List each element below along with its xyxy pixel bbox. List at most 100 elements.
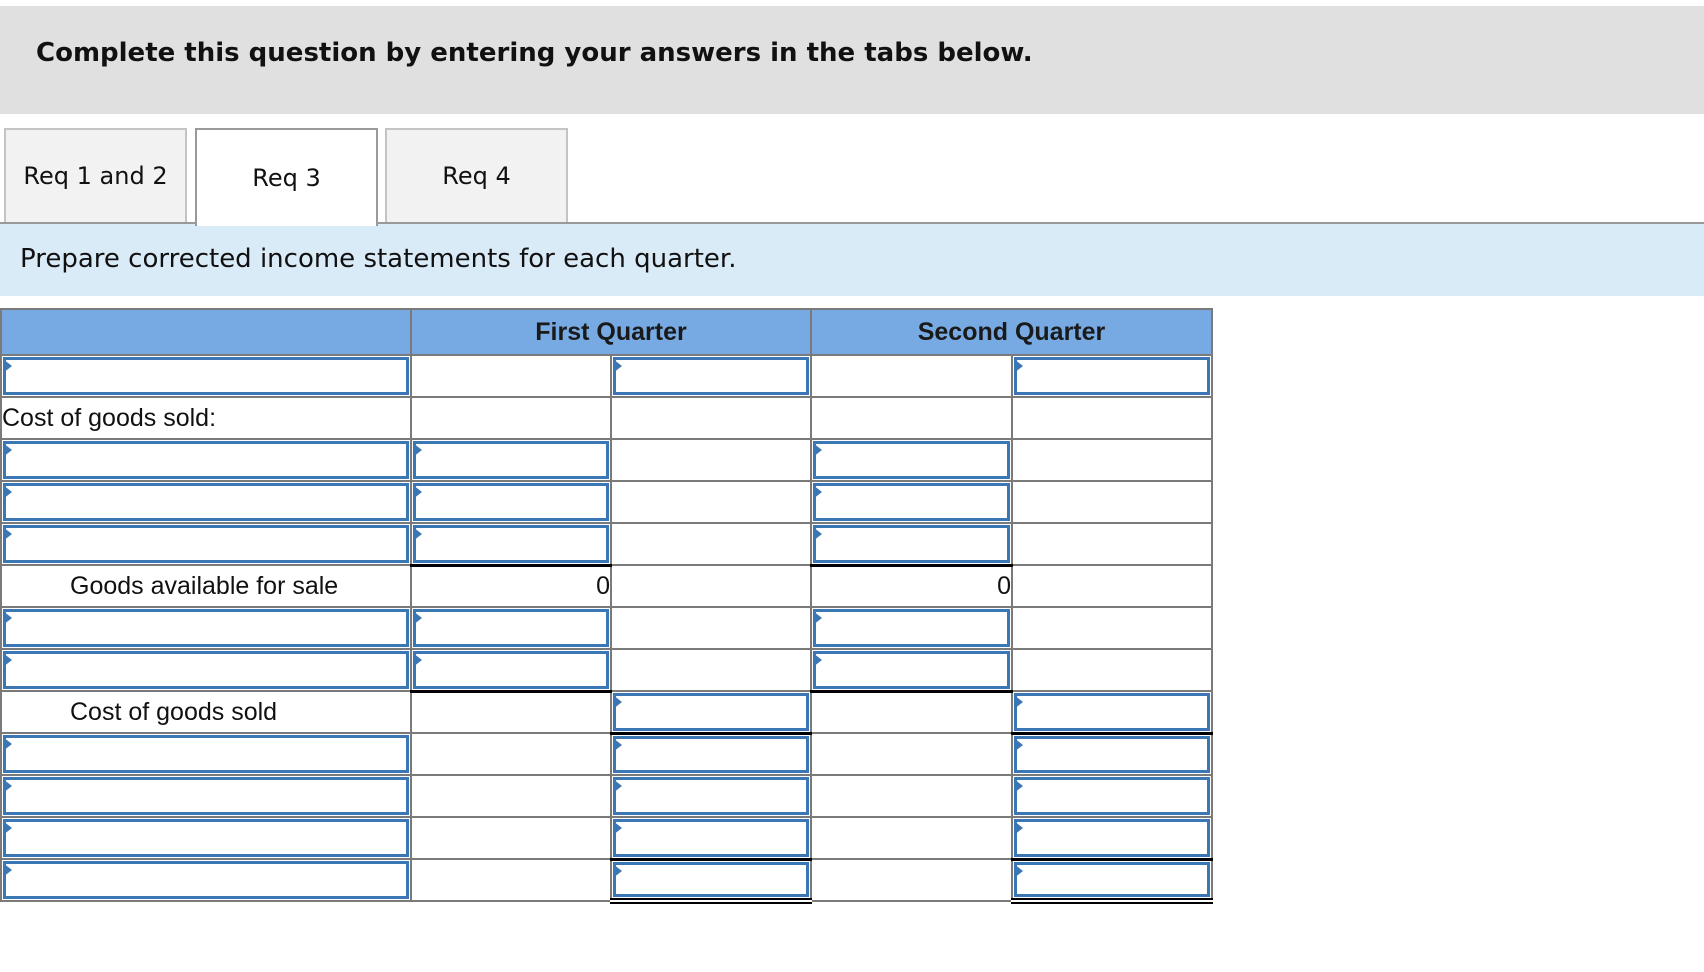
empty-cell bbox=[610, 606, 812, 650]
q2-detail-input[interactable] bbox=[816, 486, 1007, 518]
label-dropdown[interactable] bbox=[3, 441, 409, 479]
q1-amount-cell bbox=[610, 774, 812, 818]
q2-detail-cell bbox=[810, 438, 1013, 482]
q2-amount-field[interactable] bbox=[1014, 819, 1210, 857]
table-row bbox=[0, 857, 1213, 904]
q2-amount-input[interactable] bbox=[1017, 738, 1207, 770]
q2-cogs-field[interactable] bbox=[1014, 693, 1210, 731]
empty-cell bbox=[1011, 480, 1213, 524]
empty-cell bbox=[410, 354, 612, 398]
q2-detail-input[interactable] bbox=[816, 654, 1007, 686]
label-cell bbox=[0, 480, 412, 524]
label-input[interactable] bbox=[6, 738, 406, 770]
table-row bbox=[0, 480, 1213, 524]
q2-detail-input[interactable] bbox=[816, 612, 1007, 644]
q2-net-field[interactable] bbox=[1014, 861, 1210, 897]
q2-amount-cell bbox=[1011, 354, 1213, 398]
q2-amount-field[interactable] bbox=[1014, 777, 1210, 815]
q1-net-input[interactable] bbox=[616, 864, 806, 894]
tab-req-3[interactable]: Req 3 bbox=[195, 128, 378, 226]
q2-net-input[interactable] bbox=[1017, 864, 1207, 894]
q1-cogs-field[interactable] bbox=[613, 693, 809, 731]
q2-detail-cell bbox=[810, 606, 1013, 650]
q1-amount-input[interactable] bbox=[616, 738, 806, 770]
q1-detail-input[interactable] bbox=[416, 528, 606, 560]
q1-amount-field[interactable] bbox=[613, 819, 809, 857]
label-input[interactable] bbox=[6, 444, 406, 476]
q1-detail-cell bbox=[410, 480, 612, 524]
label-input[interactable] bbox=[6, 780, 406, 812]
q2-detail-field[interactable] bbox=[813, 651, 1010, 689]
empty-cell bbox=[1011, 564, 1213, 608]
label-dropdown[interactable] bbox=[3, 651, 409, 689]
q1-detail-input[interactable] bbox=[416, 444, 606, 476]
label-dropdown[interactable] bbox=[3, 609, 409, 647]
header-second-quarter: Second Quarter bbox=[810, 308, 1213, 356]
empty-cell bbox=[810, 396, 1013, 440]
label-dropdown[interactable] bbox=[3, 525, 409, 563]
q2-detail-field[interactable] bbox=[813, 483, 1010, 521]
label-input[interactable] bbox=[6, 528, 406, 560]
q1-amount-field[interactable] bbox=[613, 777, 809, 815]
q2-detail-field[interactable] bbox=[813, 441, 1010, 479]
q2-amount-input[interactable] bbox=[1017, 780, 1207, 812]
q1-detail-field[interactable] bbox=[413, 651, 609, 689]
label-input[interactable] bbox=[6, 654, 406, 686]
label-input[interactable] bbox=[6, 864, 406, 896]
q2-amount-input[interactable] bbox=[1017, 822, 1207, 854]
label-input[interactable] bbox=[6, 822, 406, 854]
empty-cell bbox=[1011, 648, 1213, 692]
q1-amount-input[interactable] bbox=[616, 360, 806, 392]
label-dropdown[interactable] bbox=[3, 861, 409, 899]
header-row: First Quarter Second Quarter bbox=[0, 308, 1213, 356]
label-input[interactable] bbox=[6, 486, 406, 518]
label-dropdown[interactable] bbox=[3, 819, 409, 857]
q1-amount-input[interactable] bbox=[616, 822, 806, 854]
q1-net-field[interactable] bbox=[613, 861, 809, 897]
table-row: Goods available for sale 0 0 bbox=[0, 563, 1213, 608]
label-cell bbox=[0, 648, 412, 692]
q2-amount-field[interactable] bbox=[1014, 735, 1210, 773]
label-cell bbox=[0, 774, 412, 818]
tab-req-4[interactable]: Req 4 bbox=[385, 128, 568, 222]
label-dropdown[interactable] bbox=[3, 777, 409, 815]
label-input[interactable] bbox=[6, 360, 406, 392]
empty-cell bbox=[410, 858, 612, 902]
q1-detail-input[interactable] bbox=[416, 486, 606, 518]
table-row bbox=[0, 522, 1213, 566]
q2-detail-input[interactable] bbox=[816, 528, 1007, 560]
q1-cogs-input[interactable] bbox=[616, 696, 806, 728]
empty-cell bbox=[1011, 396, 1213, 440]
empty-cell bbox=[810, 689, 1013, 734]
q2-detail-input[interactable] bbox=[816, 444, 1007, 476]
q2-detail-field[interactable] bbox=[813, 525, 1010, 563]
label-input[interactable] bbox=[6, 612, 406, 644]
label-dropdown[interactable] bbox=[3, 735, 409, 773]
q1-amount-field[interactable] bbox=[613, 357, 809, 395]
label-cell bbox=[0, 354, 412, 398]
income-statement-table: First Quarter Second Quarter Cost of goo… bbox=[0, 308, 1213, 904]
empty-cell bbox=[1011, 606, 1213, 650]
q2-goods-available-value: 0 bbox=[810, 563, 1013, 608]
q1-detail-field[interactable] bbox=[413, 525, 609, 563]
label-dropdown[interactable] bbox=[3, 483, 409, 521]
q1-amount-input[interactable] bbox=[616, 780, 806, 812]
q1-detail-field[interactable] bbox=[413, 609, 609, 647]
table-row bbox=[0, 606, 1213, 650]
banner-text: Complete this question by entering your … bbox=[36, 38, 1033, 68]
q2-amount-field[interactable] bbox=[1014, 357, 1210, 395]
label-dropdown[interactable] bbox=[3, 357, 409, 395]
instructions-banner: Complete this question by entering your … bbox=[0, 6, 1704, 114]
q2-amount-input[interactable] bbox=[1017, 360, 1207, 392]
label-cell bbox=[0, 438, 412, 482]
q1-detail-input[interactable] bbox=[416, 612, 606, 644]
q1-detail-field[interactable] bbox=[413, 441, 609, 479]
q1-amount-field[interactable] bbox=[613, 735, 809, 773]
q2-amount-cell bbox=[1011, 731, 1213, 776]
q2-amount-cell bbox=[1011, 816, 1213, 860]
q1-detail-field[interactable] bbox=[413, 483, 609, 521]
q1-detail-input[interactable] bbox=[416, 654, 606, 686]
q2-detail-field[interactable] bbox=[813, 609, 1010, 647]
q2-cogs-input[interactable] bbox=[1017, 696, 1207, 728]
tab-req-1-and-2[interactable]: Req 1 and 2 bbox=[4, 128, 187, 222]
